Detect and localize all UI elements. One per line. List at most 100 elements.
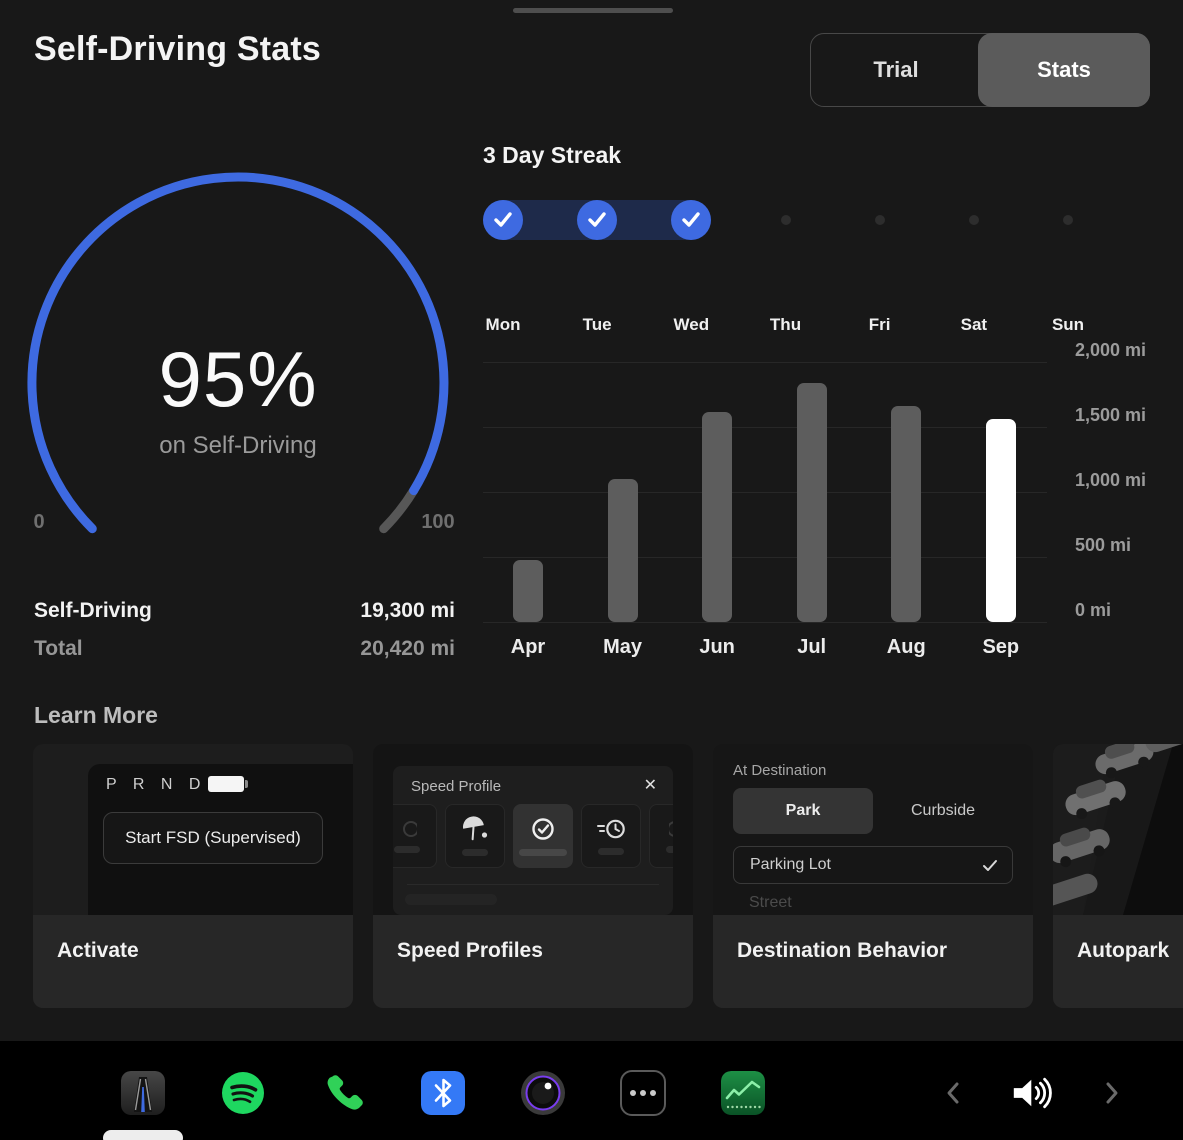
day-empty-sun <box>1063 215 1073 225</box>
day-label-sat: Sat <box>934 315 1014 335</box>
day-label-thu: Thu <box>746 315 826 335</box>
gridline <box>483 557 1047 558</box>
y-axis-tick: 1,500 mi <box>1075 403 1175 427</box>
dock <box>0 1041 1183 1140</box>
gridline <box>483 362 1047 363</box>
next-track-icon[interactable] <box>1082 1063 1142 1123</box>
day-label-wed: Wed <box>651 315 731 335</box>
day-label-mon: Mon <box>463 315 543 335</box>
bar-jun <box>702 412 732 622</box>
learn-more-heading: Learn More <box>34 702 158 729</box>
app-indicator-pill[interactable] <box>103 1130 183 1140</box>
day-label-fri: Fri <box>840 315 920 335</box>
destination-thumbnail: At Destination Park Curbside Parking Lot… <box>713 744 1033 915</box>
streak-days: MonTueWedThuFriSatSun <box>483 200 1123 290</box>
gauge-min-label: 0 <box>23 511 55 534</box>
spotify-app-icon[interactable] <box>213 1063 273 1123</box>
check-icon <box>982 859 998 872</box>
card-activate[interactable]: P R N D Start FSD (Supervised) Activate <box>33 744 353 1008</box>
streak-title: 3 Day Streak <box>483 142 1123 169</box>
card-title-activate: Activate <box>57 939 139 963</box>
previous-track-icon[interactable] <box>923 1063 983 1123</box>
profile-tile-partial-left <box>393 804 437 868</box>
bar-sep <box>986 419 1016 622</box>
destination-tabs: Park Curbside <box>733 788 1013 834</box>
gridline <box>483 622 1047 623</box>
month-label-jun: Jun <box>677 636 757 659</box>
parking-dropdown-value: Parking Lot <box>750 856 831 874</box>
page-title: Self-Driving Stats <box>34 30 321 69</box>
street-option: Street <box>749 894 792 912</box>
parked-cars-image <box>1053 744 1183 915</box>
speed-profile-dialog: Speed Profile ✕ <box>393 766 673 915</box>
day-label-sun: Sun <box>1028 315 1108 335</box>
card-title-destination: Destination Behavior <box>737 939 947 963</box>
standard-profile-icon <box>513 804 573 868</box>
gridline <box>483 427 1047 428</box>
close-icon: ✕ <box>644 775 657 795</box>
y-axis-tick: 1,000 mi <box>1075 468 1175 492</box>
start-fsd-button: Start FSD (Supervised) <box>103 812 323 864</box>
navigation-app-icon[interactable] <box>113 1063 173 1123</box>
tab-trial[interactable]: Trial <box>811 34 981 106</box>
parking-dropdown: Parking Lot <box>733 846 1013 884</box>
day-empty-thu <box>781 215 791 225</box>
y-axis-tick: 0 mi <box>1075 598 1175 622</box>
chill-profile-icon <box>445 804 505 868</box>
more-apps-icon[interactable] <box>613 1063 673 1123</box>
mileage-stats: Self-Driving 19,300 mi Total 20,420 mi <box>34 596 455 672</box>
battery-icon <box>208 776 244 792</box>
gauge-percent: 95% <box>23 340 453 418</box>
y-axis-tick: 2,000 mi <box>1075 338 1175 362</box>
volume-icon[interactable] <box>1002 1063 1062 1123</box>
day-empty-fri <box>875 215 885 225</box>
infotainment-screen: Self-Driving Stats Trial Stats 95% on Se… <box>0 0 1183 1140</box>
bar-apr <box>513 560 543 622</box>
total-label: Total <box>34 637 83 661</box>
card-destination-behavior[interactable]: At Destination Park Curbside Parking Lot… <box>713 744 1033 1008</box>
month-label-apr: Apr <box>488 636 568 659</box>
self-driving-label: Self-Driving <box>34 599 152 623</box>
self-driving-stats-panel: Self-Driving Stats Trial Stats 95% on Se… <box>0 0 1183 1041</box>
gear-panel: P R N D Start FSD (Supervised) <box>88 764 353 915</box>
bar-jul <box>797 383 827 622</box>
card-title-speed-profiles: Speed Profiles <box>397 939 543 963</box>
gauge-max-label: 100 <box>410 511 466 534</box>
day-empty-sat <box>969 215 979 225</box>
self-driving-row: Self-Driving 19,300 mi <box>34 596 455 626</box>
month-label-aug: Aug <box>866 636 946 659</box>
streak-section: 3 Day Streak MonTueWedThuFriSatSun <box>483 142 1123 292</box>
self-driving-value: 19,300 mi <box>360 599 455 623</box>
total-value: 20,420 mi <box>360 637 455 661</box>
camera-app-icon[interactable] <box>513 1063 573 1123</box>
gridline <box>483 492 1047 493</box>
self-driving-gauge: 95% on Self-Driving 0 100 <box>23 163 463 558</box>
bluetooth-app-icon[interactable] <box>413 1063 473 1123</box>
stocks-app-icon[interactable] <box>713 1063 773 1123</box>
trial-stats-toggle[interactable]: Trial Stats <box>810 33 1150 107</box>
card-autopark[interactable]: Autopark <box>1053 744 1183 1008</box>
phone-app-icon[interactable] <box>313 1063 373 1123</box>
drag-handle[interactable] <box>513 8 673 13</box>
speed-profiles-thumbnail: Speed Profile ✕ <box>373 744 693 915</box>
speed-profile-dialog-title: Speed Profile <box>411 778 501 795</box>
tab-stats[interactable]: Stats <box>978 33 1150 107</box>
card-title-autopark: Autopark <box>1077 939 1169 963</box>
month-label-jul: Jul <box>772 636 852 659</box>
gear-selector-label: P R N D <box>106 776 206 794</box>
day-label-tue: Tue <box>557 315 637 335</box>
day-checked-tue <box>577 200 617 240</box>
month-label-may: May <box>583 636 663 659</box>
total-row: Total 20,420 mi <box>34 634 455 664</box>
tab-park: Park <box>733 788 873 834</box>
month-label-sep: Sep <box>961 636 1041 659</box>
tab-curbside: Curbside <box>873 788 1013 834</box>
monthly-miles-chart: 2,000 mi 1,500 mi 1,000 mi 500 mi 0 mi Apr May… <box>483 340 1183 674</box>
y-axis-tick: 500 mi <box>1075 533 1175 557</box>
gauge-sublabel: on Self-Driving <box>23 432 453 460</box>
autopark-thumbnail <box>1053 744 1183 915</box>
bar-may <box>608 479 638 622</box>
card-speed-profiles[interactable]: Speed Profile ✕ <box>373 744 693 1008</box>
at-destination-label: At Destination <box>733 762 1013 779</box>
day-checked-wed <box>671 200 711 240</box>
